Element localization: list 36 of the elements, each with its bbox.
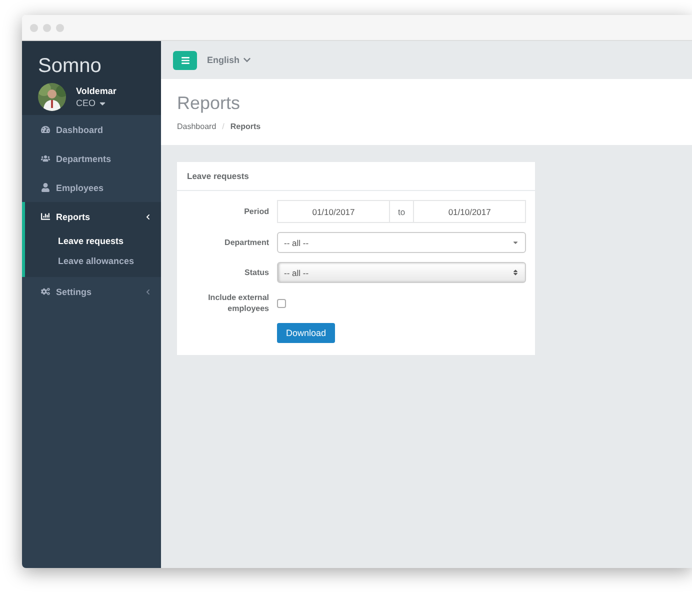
gears-icon bbox=[41, 287, 50, 296]
brand-logo: Somno bbox=[38, 55, 102, 78]
sort-arrows-icon bbox=[512, 269, 520, 276]
status-select[interactable]: -- all -- bbox=[277, 262, 526, 283]
field-label: Status bbox=[244, 266, 269, 278]
checkbox[interactable] bbox=[277, 298, 286, 308]
sidebar-item[interactable]: Employees bbox=[22, 173, 161, 202]
users-icon bbox=[41, 154, 50, 163]
panel-title: Leave requests bbox=[177, 162, 535, 191]
breadcrumb-link[interactable]: Dashboard bbox=[177, 122, 216, 131]
field-label: Period bbox=[243, 206, 269, 218]
sidebar-subitem[interactable]: Leave allowances bbox=[25, 251, 161, 271]
download-button[interactable]: Download bbox=[277, 323, 336, 344]
bar-chart-icon bbox=[41, 212, 50, 221]
dashboard-icon bbox=[41, 125, 50, 134]
user-icon bbox=[41, 183, 50, 192]
breadcrumb-link[interactable]: Reports bbox=[230, 122, 261, 131]
breadcrumb-separator: / bbox=[222, 122, 224, 131]
department-select[interactable]: -- all -- bbox=[277, 232, 526, 253]
sidebar-item[interactable]: Dashboard bbox=[22, 115, 161, 144]
sidebar-subitem[interactable]: Leave requests bbox=[25, 231, 161, 251]
user-role-menu[interactable]: CEO bbox=[76, 98, 116, 108]
user-name: Voldemar bbox=[76, 86, 116, 96]
field-label: Include external employees bbox=[207, 292, 269, 314]
caret-icon bbox=[512, 239, 520, 246]
menu-button[interactable] bbox=[173, 50, 197, 70]
sidebar-item[interactable]: Reports bbox=[22, 202, 161, 231]
language-dropdown[interactable]: English bbox=[207, 55, 251, 65]
end-date-field[interactable]: 01/10/2017 bbox=[413, 200, 526, 223]
chevron-icon bbox=[242, 56, 251, 64]
sidebar-item[interactable]: Departments bbox=[22, 144, 161, 173]
page-title: Reports bbox=[177, 93, 242, 114]
start-date-field[interactable]: 01/10/2017 bbox=[277, 200, 390, 223]
sidebar-item[interactable]: Settings bbox=[22, 277, 161, 306]
field-label: Department bbox=[224, 236, 269, 248]
menu-icon bbox=[180, 56, 190, 64]
